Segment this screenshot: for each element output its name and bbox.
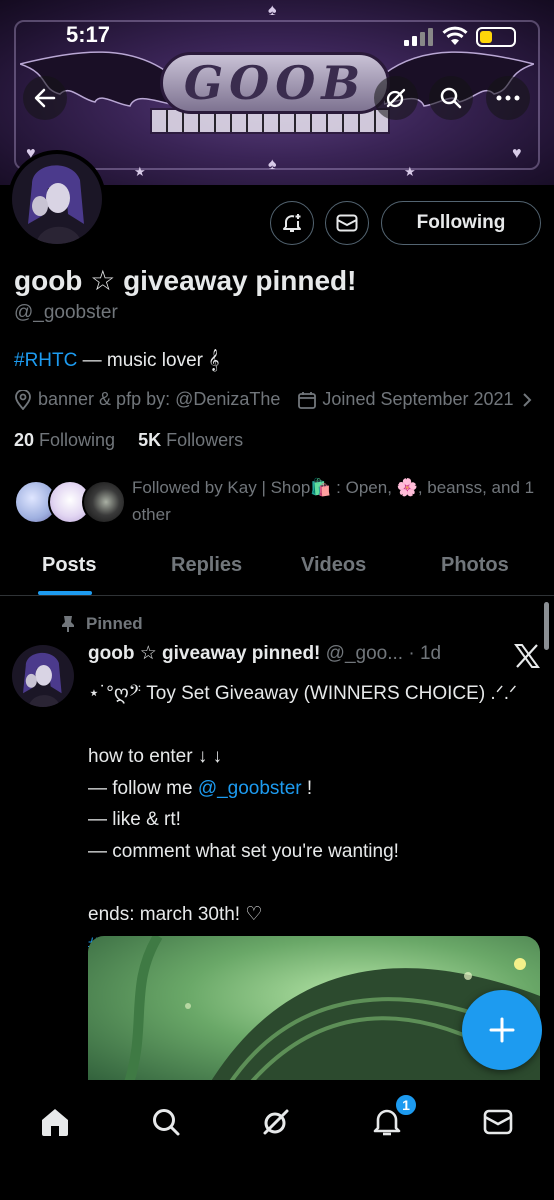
tweet-author-handle[interactable]: @_goo... [326,643,403,664]
notify-bell-button[interactable] [270,201,314,245]
follow-counts: 20 Following 5K Followers [14,430,243,451]
tweet-mention-link[interactable]: @_goobster [198,778,302,799]
tab-videos[interactable]: Videos [301,554,366,577]
plus-icon [489,1017,515,1043]
scrollbar[interactable] [544,602,549,650]
star-icon: ★ [404,164,416,179]
banner-logo: GOOB [160,52,390,114]
chevron-right-icon[interactable] [522,392,532,408]
profile-meta: banner & pfp by: @DenizaThe Joined Septe… [14,389,538,410]
compose-post-button[interactable] [462,990,542,1070]
followers-count-link[interactable]: 5K Followers [138,430,243,450]
status-bar: 5:17 [0,20,554,52]
tweet-line: — like & rt! [88,809,181,830]
location-pin-icon [15,389,31,410]
calendar-icon [298,391,317,409]
avatar-image [12,645,74,707]
pinned-label: Pinned [60,614,143,634]
tweet-author-avatar[interactable] [12,645,74,707]
profile-handle: @_goobster [14,302,118,323]
search-icon [153,1109,180,1136]
star-icon: ★ [134,164,146,179]
nav-grok[interactable] [256,1102,296,1142]
bell-plus-icon [283,214,301,232]
profile-bio: #RHTC — music lover 𝄞 [14,350,220,372]
profile-joined-date: Joined September 2021 [322,389,514,409]
more-options-button[interactable] [486,76,530,120]
spade-icon: ♠ [268,156,277,173]
profile-location: banner & pfp by: @DenizaThe [38,389,281,409]
notification-badge: 1 [394,1093,418,1117]
envelope-icon [483,1109,513,1135]
more-dots-icon [496,95,520,101]
grok-icon [386,88,406,108]
home-icon [42,1109,68,1136]
wifi-icon [442,26,468,45]
arrow-left-icon [34,88,56,108]
tweet-line: how to enter ↓ ↓ [88,746,223,767]
envelope-icon [336,214,358,232]
followed-by-avatars[interactable] [14,480,126,526]
tab-photos[interactable]: Photos [441,554,509,577]
tweet-timestamp[interactable]: · 1d [408,643,441,664]
profile-avatar[interactable] [8,150,106,248]
nav-messages[interactable] [478,1102,518,1142]
bottom-navigation [0,1080,554,1200]
profile-tabs: Posts Replies Videos Photos [0,540,554,596]
following-button[interactable]: Following [381,201,541,245]
bio-text: — music lover 𝄞 [77,350,220,371]
status-time: 5:17 [66,22,111,47]
heart-icon: ♥ [512,145,522,162]
followed-by-text[interactable]: Followed by Kay | Shop🛍️ : Open, 🌸, bean… [132,474,542,528]
tab-posts[interactable]: Posts [42,554,96,577]
cellular-signal-icon [404,28,433,46]
display-name: goob ☆ giveaway pinned! [14,265,357,296]
x-logo-icon [514,644,540,668]
avatar [82,480,126,524]
spade-icon: ♠ [268,2,277,19]
battery-icon [476,27,516,47]
tweet-header: goob ☆ giveaway pinned! @_goo... · 1d [88,642,441,665]
bio-hashtag-link[interactable]: #RHTC [14,350,77,371]
grok-button[interactable] [374,76,418,120]
nav-search[interactable] [146,1102,186,1142]
pin-icon [62,616,74,632]
tweet-line: — follow me @_goobster ! [88,777,313,799]
search-button[interactable] [429,76,473,120]
tweet-line: ends: march 30th! ♡ [88,903,263,925]
avatar-image [12,154,102,244]
tweet-line: ⋆˙°ღ𝄢 Toy Set Giveaway (WINNERS CHOICE) … [88,683,518,704]
tweet-text: ⋆˙°ღ𝄢 Toy Set Giveaway (WINNERS CHOICE) … [88,678,538,962]
nav-home[interactable] [35,1102,75,1142]
tweet-author-name[interactable]: goob ☆ giveaway pinned! [88,643,320,664]
tab-replies[interactable]: Replies [171,554,242,577]
grok-icon [263,1109,289,1135]
tweet-line: — comment what set you're wanting! [88,840,399,862]
active-tab-indicator [38,591,92,595]
back-button[interactable] [23,76,67,120]
following-count-link[interactable]: 20 Following [14,430,115,450]
message-button[interactable] [325,201,369,245]
search-icon [440,87,462,109]
